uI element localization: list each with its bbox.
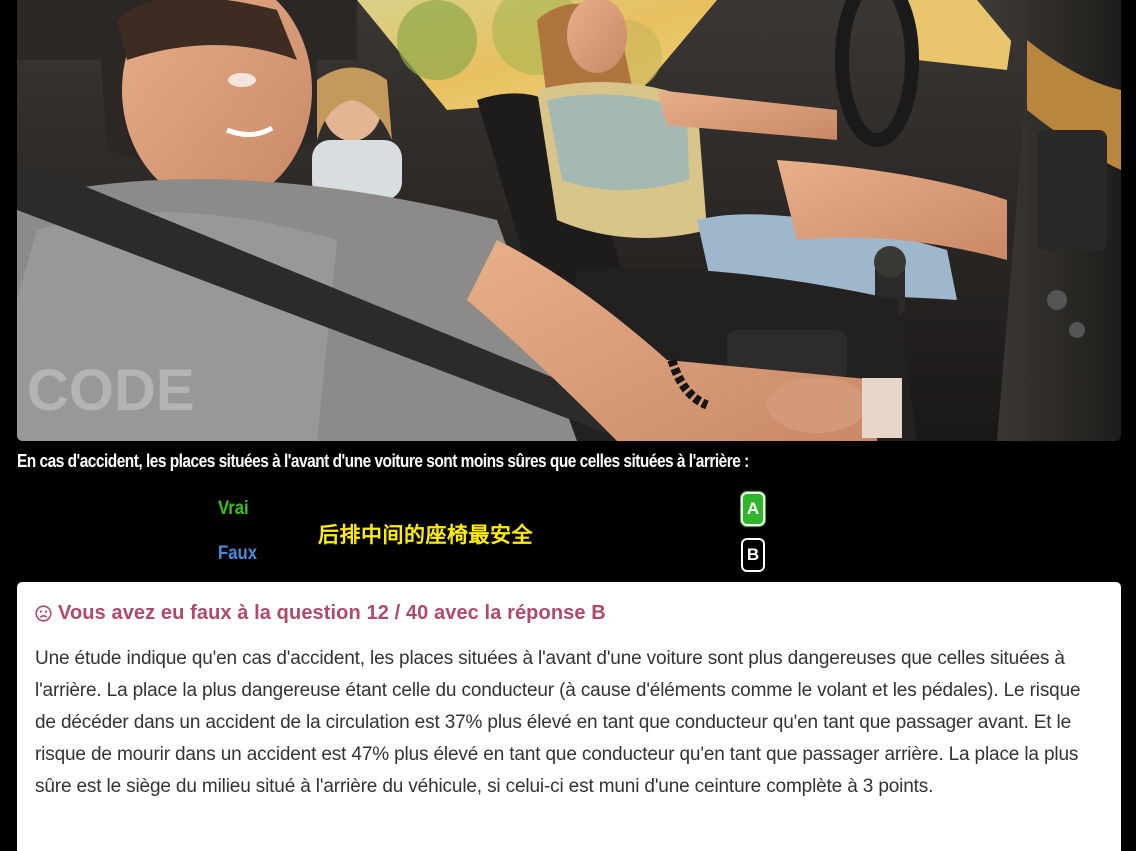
quiz-page: CODE En cas d'accident, les places situé…: [0, 0, 1136, 851]
result-panel: Vous avez eu faux à la question 12 / 40 …: [17, 582, 1121, 851]
hint-annotation: 后排中间的座椅最安全: [318, 523, 533, 547]
answer-b-button[interactable]: B: [741, 538, 765, 572]
result-title: Vous avez eu faux à la question 12 / 40 …: [58, 602, 606, 624]
question-photo: CODE: [17, 0, 1121, 441]
question-text: En cas d'accident, les places situées à …: [17, 451, 749, 471]
frown-icon: [35, 605, 52, 622]
answer-a-label[interactable]: Vrai: [218, 498, 249, 520]
result-explanation: Une étude indique qu'en cas d'accident, …: [35, 648, 1081, 797]
answer-a-button[interactable]: A: [741, 492, 765, 526]
photo-watermark: CODE: [27, 358, 195, 423]
answer-b-label[interactable]: Faux: [218, 543, 257, 565]
result-title-row: Vous avez eu faux à la question 12 / 40 …: [35, 602, 1103, 625]
